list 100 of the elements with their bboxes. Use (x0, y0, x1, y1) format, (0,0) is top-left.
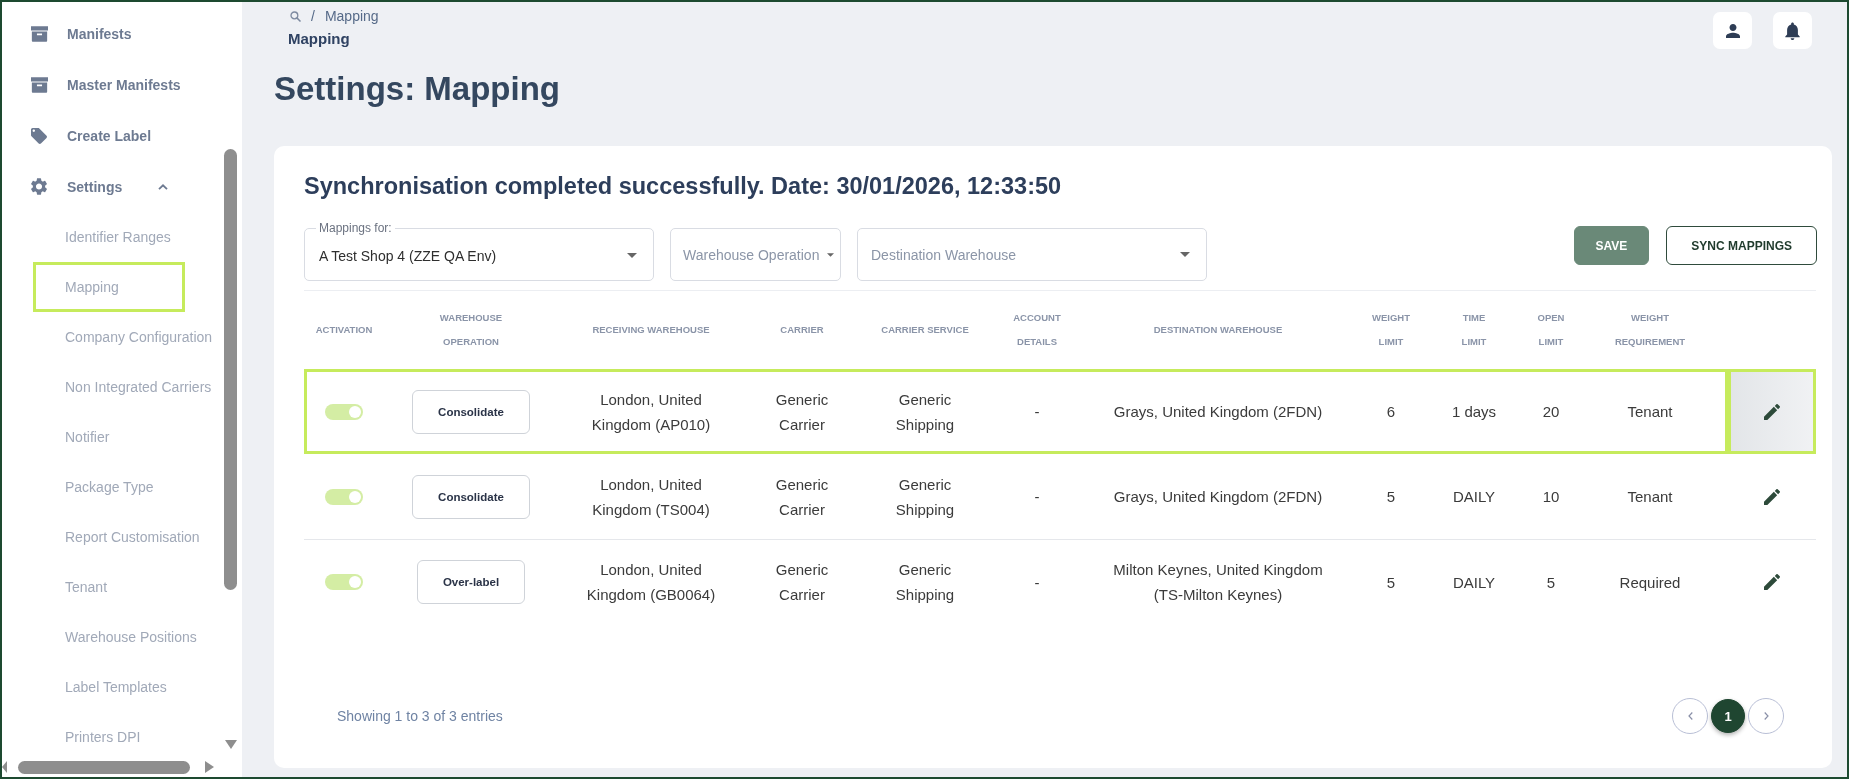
shop-select[interactable]: Mappings for: A Test Shop 4 (ZZE QA Env) (304, 221, 654, 281)
table-cell-text: 5 (1386, 572, 1396, 593)
table-cell-text: 20 (1542, 402, 1560, 422)
column-header: ACTIVATION (315, 323, 373, 337)
save-button[interactable]: SAVE (1573, 226, 1650, 265)
sync-mappings-button[interactable]: SYNC MAPPINGS (1666, 226, 1817, 265)
entries-info: Showing 1 to 3 of 3 entries (337, 708, 503, 724)
user-icon (1725, 23, 1740, 38)
table-cell-text: Required (1619, 572, 1681, 593)
sidebar-item[interactable]: Identifier Ranges (33, 212, 185, 262)
scrollbar-thumb[interactable] (18, 761, 190, 774)
page-name: Mapping (288, 30, 351, 48)
table-cell-text: - (1034, 402, 1040, 422)
table-cell-text: Generic Carrier (774, 389, 830, 435)
field-label: Mappings for: (318, 221, 393, 235)
sidebar-item[interactable]: Mapping (33, 262, 185, 312)
bell-icon (1785, 21, 1800, 40)
settings-icon (31, 178, 47, 195)
sidebar-item[interactable]: Non Integrated Carriers (33, 362, 223, 412)
scrollbar-thumb[interactable] (224, 149, 237, 590)
pencil-icon (1764, 403, 1780, 420)
breadcrumb-separator: / (311, 8, 315, 24)
table-cell-text: 1 days (1451, 402, 1497, 422)
table-cell-text: 5 (1546, 572, 1556, 593)
sidebar-item[interactable]: Label Templates (33, 662, 185, 712)
next-page-button[interactable] (1748, 698, 1784, 734)
caret-icon (1180, 252, 1190, 257)
table-cell-text: Milton Keynes, United Kingdom (TS-Milton Keynes) (1112, 560, 1324, 605)
sidebar-item[interactable]: Tenant (33, 562, 185, 612)
warehouse-operation-button[interactable]: Consolidate (412, 474, 530, 519)
sidebar-item[interactable]: Settings (2, 161, 177, 212)
column-header: ACCOUNT DETAILS (1012, 311, 1062, 349)
sidebar-item[interactable]: Printers DPI (33, 712, 185, 762)
table-cell-text: 10 (1542, 487, 1560, 507)
column-header: WAREHOUSE OPERATION (438, 311, 504, 349)
column-header: CARRIER (780, 323, 824, 337)
table-cell-text: - (1034, 572, 1040, 593)
activation-toggle[interactable] (325, 403, 363, 420)
chevron-left-icon (1687, 712, 1693, 720)
tag-icon (31, 127, 47, 144)
table-cell-text: DAILY (1452, 487, 1496, 507)
notifications-button[interactable] (1773, 12, 1812, 49)
sidebar-item[interactable]: Package Type (33, 462, 185, 512)
edit-button[interactable] (1761, 571, 1783, 593)
sidebar-item[interactable]: Notifier (33, 412, 185, 462)
table-cell-text: Tenant (1627, 402, 1673, 422)
dropdown-input[interactable]: Destination Warehouse (871, 234, 1180, 275)
table-cell-text: London, United Kingdom (TS004) (591, 474, 711, 520)
table-cell-text: Grays, United Kingdom (2FDN) (1113, 487, 1323, 507)
sync-status-message: Synchronisation completed successfully. Date: 30/01/2026, 12:33:50 (304, 172, 1063, 200)
table-cell-text: Grays, United Kingdom (2FDN) (1113, 402, 1323, 422)
table-cell-text: Tenant (1627, 487, 1673, 507)
scroll-right-arrow-icon[interactable] (205, 761, 214, 773)
sidebar-item[interactable]: Warehouse Positions (33, 612, 208, 662)
column-header: OPEN LIMIT (1536, 311, 1566, 349)
warehouse-operation-button[interactable]: Over-label (416, 560, 526, 604)
archive-box-icon (31, 25, 48, 42)
warehouse-operation-button[interactable]: Consolidate (412, 389, 530, 434)
pencil-icon (1764, 574, 1780, 590)
table-cell-text: Generic Shipping (894, 560, 956, 605)
sidebar-item[interactable]: Manifests (2, 8, 140, 59)
breadcrumb-link[interactable]: Mapping (324, 8, 379, 24)
table-cell-text: Generic Shipping (894, 389, 956, 435)
pencil-icon (1764, 488, 1780, 505)
dropdown-input[interactable]: Warehouse Operation (683, 234, 823, 275)
sidebar-item[interactable]: Master Manifests (2, 59, 189, 110)
sidebar-item[interactable]: Create Label (2, 110, 160, 161)
caret-icon (627, 253, 637, 258)
table-cell-text: 6 (1386, 402, 1396, 422)
table-cell-text: Generic Shipping (894, 474, 956, 520)
scroll-left-arrow-icon[interactable] (2, 761, 7, 773)
activation-toggle[interactable] (325, 574, 363, 590)
column-header: TIME LIMIT (1460, 311, 1488, 349)
dropdown-input[interactable]: A Test Shop 4 (ZZE QA Env) (319, 235, 627, 276)
page-button[interactable]: 1 (1711, 699, 1745, 733)
warehouse-operation-select[interactable]: Warehouse Operation (670, 228, 841, 281)
column-header: WEIGHT LIMIT (1371, 311, 1411, 349)
table-cell-text: - (1034, 487, 1040, 507)
column-header: RECEIVING WAREHOUSE (592, 323, 710, 337)
scroll-down-arrow-icon[interactable] (225, 740, 237, 749)
table-cell-text: Generic Carrier (774, 560, 830, 605)
table-cell-text: 5 (1386, 487, 1396, 507)
table-cell-text: Generic Carrier (774, 474, 830, 520)
chevron-right-icon (1763, 712, 1769, 720)
column-header: CARRIER SERVICE (881, 323, 969, 337)
sidebar-item[interactable]: Report Customisation (33, 512, 211, 562)
column-header: WEIGHT REQUIREMENT (1613, 311, 1687, 349)
user-button[interactable] (1713, 12, 1752, 49)
activation-toggle[interactable] (325, 488, 363, 505)
column-header: DESTINATION WAREHOUSE (1153, 323, 1283, 337)
sidebar-item[interactable]: Company Configuration (33, 312, 224, 362)
destination-warehouse-select[interactable]: Destination Warehouse (857, 228, 1207, 281)
table-cell-text: London, United Kingdom (GB0064) (585, 560, 717, 605)
search-icon (290, 10, 301, 22)
page-title: Settings: Mapping (274, 69, 561, 109)
caret-icon (827, 252, 834, 257)
archive-box-icon (31, 76, 48, 93)
table-cell-text: DAILY (1452, 572, 1496, 593)
previous-page-button[interactable] (1672, 698, 1708, 734)
table-cell-text: London, United Kingdom (AP010) (590, 389, 712, 435)
